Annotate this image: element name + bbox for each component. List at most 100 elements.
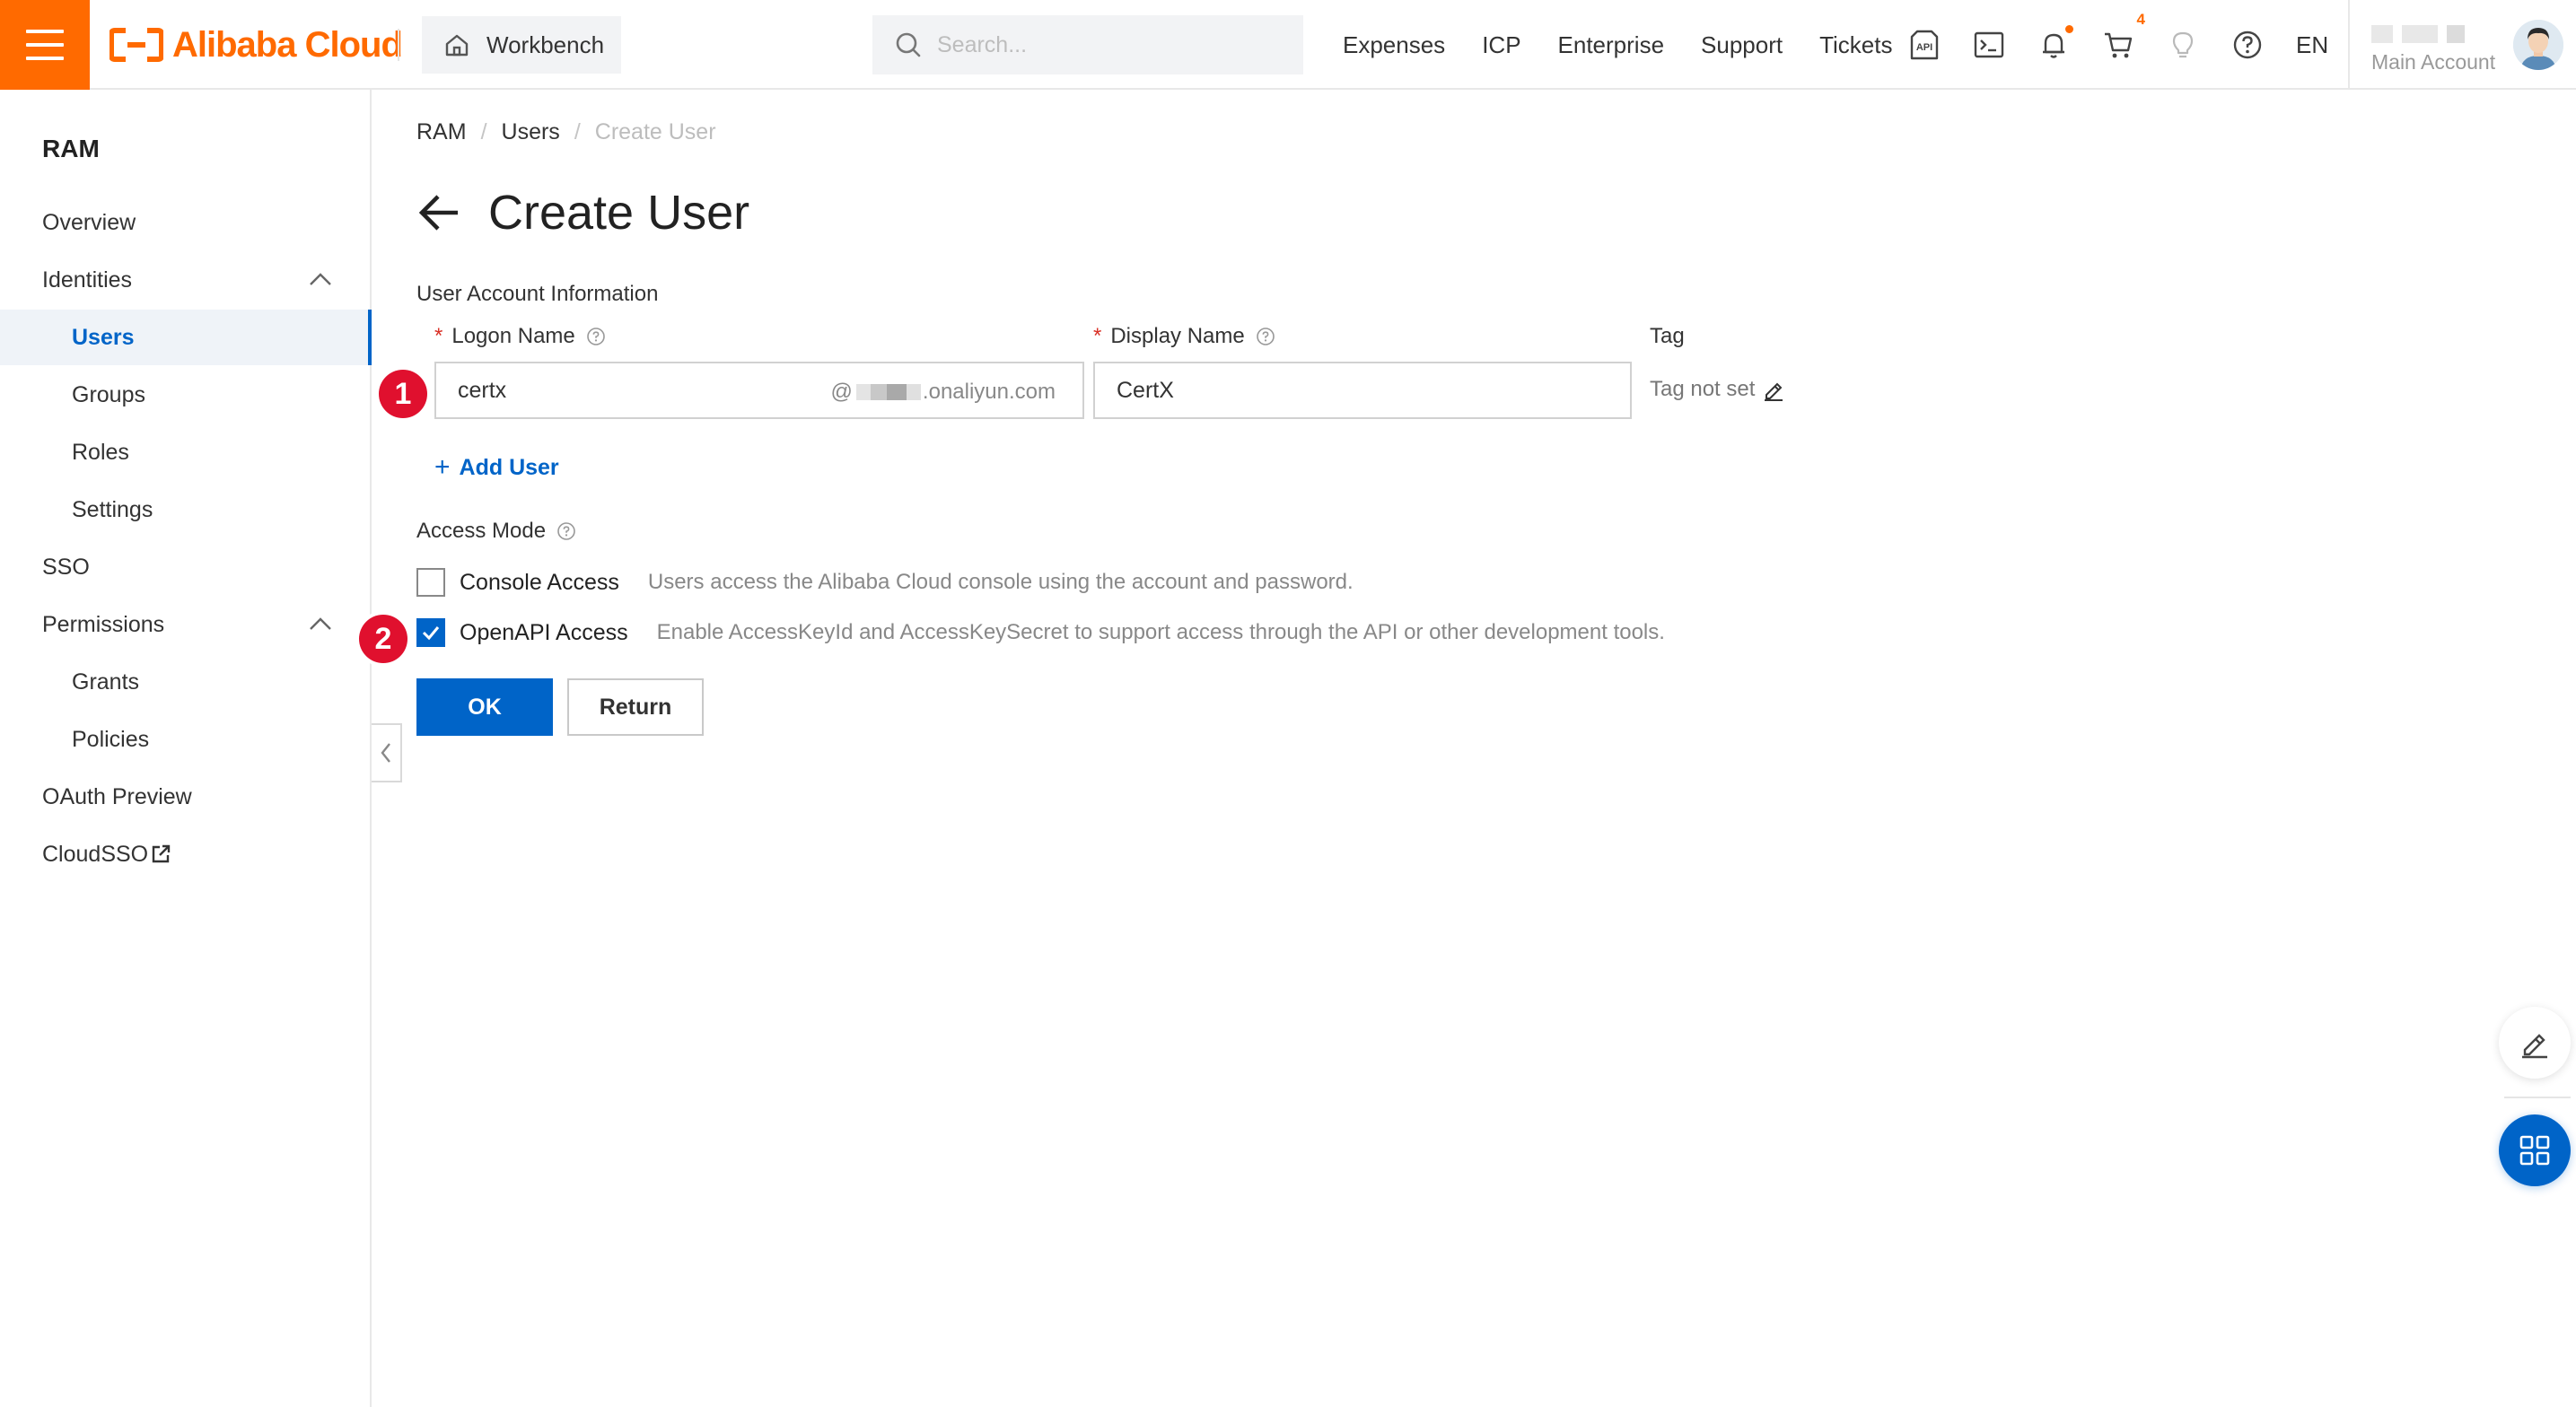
ok-button[interactable]: OK (416, 678, 553, 736)
checkmark-icon (422, 626, 440, 641)
cart-count-badge: 4 (2136, 11, 2145, 28)
breadcrumb-ram[interactable]: RAM (416, 119, 467, 145)
sidebar-item-label: Roles (72, 439, 129, 465)
console-access-option: Console Access Users access the Alibaba … (416, 566, 1354, 599)
sidebar-item-oauth-preview[interactable]: OAuth Preview (0, 769, 372, 825)
sidebar-item-cloudsso[interactable]: CloudSSO (0, 826, 372, 882)
help-icon[interactable] (556, 521, 576, 541)
help-icon[interactable] (586, 327, 606, 346)
notification-dot (2065, 25, 2073, 33)
sidebar-item-groups[interactable]: Groups (0, 367, 372, 423)
logon-name-label: * Logon Name (434, 324, 606, 349)
add-user-button[interactable]: + Add User (434, 452, 559, 483)
edit-pencil-icon[interactable] (1762, 378, 1785, 401)
console-access-description: Users access the Alibaba Cloud console u… (647, 570, 1354, 594)
apps-menu-button[interactable] (2499, 1114, 2571, 1186)
section-label: User Account Information (416, 282, 659, 306)
feedback-button[interactable] (2499, 1007, 2571, 1079)
sidebar-item-users[interactable]: Users (0, 310, 372, 365)
chevron-up-icon (310, 273, 331, 285)
domain-suffix: @ .onaliyun.com (831, 380, 1056, 405)
language-switch[interactable]: EN (2296, 31, 2328, 59)
display-name-field[interactable] (1093, 362, 1632, 419)
sidebar-item-label: Permissions (42, 611, 165, 637)
nav-support[interactable]: Support (1701, 31, 1783, 59)
required-asterisk: * (1093, 324, 1102, 348)
logon-name-field[interactable]: @ .onaliyun.com (434, 362, 1084, 419)
required-asterisk: * (434, 324, 443, 348)
nav-icp[interactable]: ICP (1482, 31, 1520, 59)
redacted-domain (886, 384, 907, 400)
step-badge-1: 1 (379, 370, 427, 418)
sidebar-collapse-button[interactable] (372, 723, 402, 782)
plus-icon: + (434, 452, 451, 482)
logo-mark-icon (110, 28, 163, 62)
chevron-left-icon (381, 743, 390, 763)
alibaba-cloud-logo[interactable]: Alibaba Cloud (110, 23, 403, 66)
sidebar-item-overview[interactable]: Overview (0, 195, 372, 250)
menu-icon[interactable] (0, 0, 90, 90)
sidebar-item-label: Grants (72, 669, 140, 695)
sidebar-item-label: Policies (72, 726, 150, 752)
search-icon (896, 32, 921, 57)
sidebar: RAM Overview Identities Users Groups Rol… (0, 90, 372, 1407)
workbench-button[interactable]: Workbench (422, 16, 621, 74)
api-icon[interactable]: API (1908, 29, 1941, 61)
sidebar-item-roles[interactable]: Roles (0, 424, 372, 480)
account-name-redacted (2371, 25, 2474, 43)
sidebar-item-grants[interactable]: Grants (0, 654, 372, 710)
sidebar-item-label: Settings (72, 496, 153, 522)
sidebar-item-label: Users (72, 324, 135, 350)
nav-tickets[interactable]: Tickets (1819, 31, 1892, 59)
sidebar-item-label: SSO (42, 554, 90, 580)
sidebar-item-policies[interactable]: Policies (0, 712, 372, 767)
page-header: Create User (416, 181, 749, 244)
bell-icon[interactable] (2037, 25, 2073, 61)
page-title: Create User (488, 186, 750, 240)
breadcrumb-users[interactable]: Users (502, 119, 560, 145)
openapi-access-checkbox[interactable] (416, 618, 445, 647)
back-arrow-icon[interactable] (416, 190, 461, 235)
openapi-access-label[interactable]: OpenAPI Access (460, 620, 628, 646)
sidebar-item-label: OAuth Preview (42, 783, 192, 809)
divider (2348, 0, 2350, 90)
lightbulb-icon[interactable] (2167, 29, 2199, 61)
sidebar-item-settings[interactable]: Settings (0, 482, 372, 537)
console-access-checkbox[interactable] (416, 568, 445, 597)
sidebar-item-permissions[interactable]: Permissions (0, 597, 372, 652)
logon-name-input[interactable] (458, 377, 799, 404)
chevron-up-icon (310, 617, 331, 630)
external-link-icon (152, 844, 171, 863)
display-name-input[interactable] (1117, 377, 1601, 404)
avatar[interactable] (2513, 20, 2563, 70)
breadcrumb-separator: / (574, 119, 581, 144)
openapi-access-option: OpenAPI Access Enable AccessKeyId and Ac… (416, 616, 1665, 649)
cart-icon[interactable]: 4 (2102, 11, 2145, 61)
sidebar-item-label: Groups (72, 381, 145, 407)
breadcrumb: RAM / Users / Create User (416, 119, 716, 145)
access-mode-label: Access Mode (416, 519, 576, 544)
terminal-icon[interactable] (1973, 29, 2005, 61)
sidebar-item-label: Overview (42, 209, 136, 235)
account-menu[interactable]: Main Account (2370, 18, 2504, 75)
redacted-domain (906, 384, 921, 400)
redacted-domain (870, 384, 887, 400)
help-circle-icon[interactable] (2231, 29, 2264, 61)
edit-pencil-icon (2522, 1034, 2547, 1059)
return-button[interactable]: Return (567, 678, 704, 736)
search-bar[interactable] (872, 15, 1303, 74)
display-name-label-text: Display Name (1110, 324, 1245, 348)
home-icon (445, 34, 469, 57)
divider (2504, 1097, 2571, 1098)
grid-icon (2519, 1135, 2550, 1166)
nav-enterprise[interactable]: Enterprise (1558, 31, 1665, 59)
domain-suffix-text: .onaliyun.com (922, 380, 1056, 404)
tag-label-text: Tag (1650, 324, 1685, 348)
sidebar-title: RAM (42, 135, 100, 162)
console-access-label[interactable]: Console Access (460, 570, 619, 596)
sidebar-item-identities[interactable]: Identities (0, 252, 372, 308)
help-icon[interactable] (1256, 327, 1275, 346)
nav-expenses[interactable]: Expenses (1343, 31, 1445, 59)
search-input[interactable] (937, 31, 1278, 58)
sidebar-item-sso[interactable]: SSO (0, 539, 372, 595)
